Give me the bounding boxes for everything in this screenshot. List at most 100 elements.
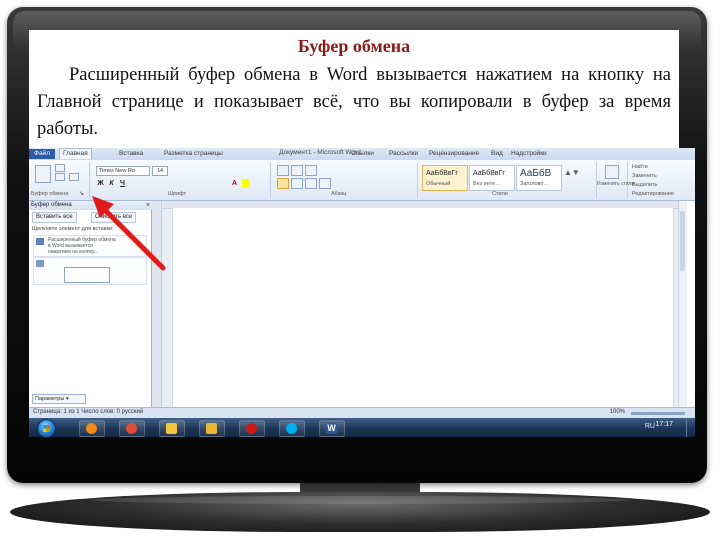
taskbar-app-media-player[interactable]	[79, 420, 105, 437]
media-player-icon	[86, 423, 97, 434]
taskbar-app-word[interactable]: W	[319, 420, 345, 437]
close-icon[interactable]: ×	[146, 201, 150, 210]
clipboard-item-icon	[36, 238, 44, 245]
taskbar-app-folder[interactable]	[159, 420, 185, 437]
paste-icon[interactable]	[35, 165, 51, 183]
tab-page-layout[interactable]: Разметка страницы	[164, 149, 223, 159]
slide-text-area: Буфер обмена Расширенный буфер обмена в …	[29, 30, 679, 148]
paste-all-button[interactable]: Вставить все	[32, 212, 77, 223]
justify-icon[interactable]	[319, 178, 331, 189]
chrome-icon	[126, 423, 137, 434]
align-left-icon[interactable]	[277, 178, 289, 189]
language-indicator[interactable]: RU	[645, 423, 655, 430]
clipboard-group-label: Буфер обмена	[31, 191, 69, 197]
style-normal-name: Обычный	[426, 181, 451, 187]
ribbon: Буфер обмена ↘ Times New Ro 14 Ж К Ч A Ш…	[29, 160, 695, 201]
select-button[interactable]: Выделить	[632, 182, 657, 188]
paragraph-group-label: Абзац	[331, 191, 347, 197]
paragraph-group: Абзац	[271, 162, 418, 198]
multilevel-list-icon[interactable]	[305, 165, 317, 176]
replace-button[interactable]: Заменить	[632, 173, 657, 179]
font-group: Times New Ro 14 Ж К Ч A Шрифт	[90, 162, 271, 198]
cut-icon[interactable]	[55, 164, 65, 172]
start-button[interactable]	[37, 419, 56, 438]
italic-button[interactable]: К	[107, 179, 116, 188]
opera-icon	[246, 423, 257, 434]
style-normal-sample: АаБбВвГг	[426, 170, 458, 177]
document-area	[152, 201, 687, 407]
taskbar: W RU 17:17	[29, 418, 695, 438]
word-window: Файл Главная Вставка Разметка страницы С…	[29, 148, 695, 418]
style-heading-sample: АаБбВ	[520, 168, 552, 179]
styles-scroll-icon[interactable]: ▲▼	[564, 168, 580, 177]
show-desktop-button[interactable]	[686, 418, 695, 437]
document-page[interactable]	[172, 208, 674, 407]
tab-addins[interactable]: Надстройки	[511, 149, 547, 159]
folder-icon	[166, 423, 177, 434]
clipboard-item-image[interactable]	[33, 257, 147, 285]
clipboard-pane-header: Буфер обмена ×	[29, 201, 153, 210]
bold-button[interactable]: Ж	[96, 179, 105, 188]
style-no-spacing-name: Без инте...	[473, 181, 500, 187]
taskbar-app-opera[interactable]	[239, 420, 265, 437]
align-right-icon[interactable]	[305, 178, 317, 189]
vertical-scrollbar[interactable]	[678, 201, 687, 407]
font-group-label: Шрифт	[168, 191, 187, 197]
editing-group-label: Редактирование	[632, 191, 674, 197]
underline-button[interactable]: Ч	[118, 179, 127, 188]
clipboard-options-button[interactable]: Параметры ▾	[32, 394, 86, 404]
style-no-spacing-sample: АаБбВвГг	[473, 170, 505, 177]
tab-home[interactable]: Главная	[59, 148, 92, 159]
taskbar-app-chrome[interactable]	[119, 420, 145, 437]
copy-icon[interactable]	[55, 173, 65, 181]
clipboard-item-text: Расширенный буфер обмена в Word вызывает…	[48, 237, 116, 255]
clear-all-button[interactable]: Очистить все	[91, 212, 137, 223]
clipboard-launcher-icon[interactable]: ↘	[79, 190, 84, 197]
style-normal[interactable]: АаБбВвГг Обычный	[422, 165, 468, 191]
taskbar-app-folder[interactable]	[199, 420, 225, 437]
clipboard-pane: Буфер обмена × Вставить все Очистить все…	[29, 201, 153, 407]
window-title: Документ1 - Microsoft Word	[279, 149, 361, 156]
clipboard-item[interactable]: Расширенный буфер обмена в Word вызывает…	[33, 235, 147, 257]
highlight-button[interactable]	[242, 179, 249, 188]
numbering-icon[interactable]	[291, 165, 303, 176]
zoom-slider[interactable]	[631, 412, 685, 415]
taskbar-app-skype[interactable]	[279, 420, 305, 437]
font-color-button[interactable]: A	[230, 179, 239, 188]
slide-body: Расширенный буфер обмена в Word вызывает…	[37, 65, 671, 139]
style-no-spacing[interactable]: АаБбВвГг Без инте...	[469, 165, 515, 191]
clock[interactable]: 17:17	[655, 421, 673, 428]
stand-highlight	[90, 496, 630, 504]
tab-mailings[interactable]: Рассылки	[389, 149, 418, 159]
status-text: Страница: 1 из 1 Число слов: 0 русский	[33, 409, 144, 415]
picture-icon	[36, 260, 44, 267]
clipboard-group: Буфер обмена ↘	[29, 162, 90, 198]
change-styles-icon[interactable]	[605, 165, 619, 179]
clipboard-pane-title: Буфер обмена	[31, 202, 72, 208]
tab-review[interactable]: Рецензирование	[429, 149, 479, 159]
format-painter-icon[interactable]	[69, 173, 79, 181]
vertical-ruler	[152, 201, 162, 407]
tab-insert[interactable]: Вставка	[119, 149, 143, 159]
windows-icon	[43, 425, 50, 432]
style-heading-1[interactable]: АаБбВ Заголово...	[516, 165, 562, 191]
clipboard-thumbnail	[64, 267, 110, 283]
find-button[interactable]: Найти	[632, 164, 648, 170]
folder-icon	[206, 423, 217, 434]
slide-title: Буфер обмена	[297, 36, 411, 56]
word-icon: W	[326, 423, 337, 434]
tab-file[interactable]: Файл	[29, 149, 55, 159]
tab-view[interactable]: Вид	[491, 149, 503, 159]
scrollbar-thumb[interactable]	[680, 211, 685, 271]
zoom-level[interactable]: 100%	[610, 409, 625, 415]
styles-group: АаБбВвГг Обычный АаБбВвГг Без инте... Аа…	[418, 162, 597, 198]
status-bar: Страница: 1 из 1 Число слов: 0 русский 1…	[29, 407, 695, 418]
align-center-icon[interactable]	[291, 178, 303, 189]
monitor-stand-base	[10, 492, 710, 532]
bullets-icon[interactable]	[277, 165, 289, 176]
change-styles-group: Изменить стили	[597, 162, 634, 198]
editing-group: Найти Заменить Выделить Редактирование	[628, 162, 694, 198]
font-size-input[interactable]: 14	[152, 166, 168, 176]
skype-icon	[286, 423, 297, 434]
font-name-input[interactable]: Times New Ro	[96, 166, 150, 176]
